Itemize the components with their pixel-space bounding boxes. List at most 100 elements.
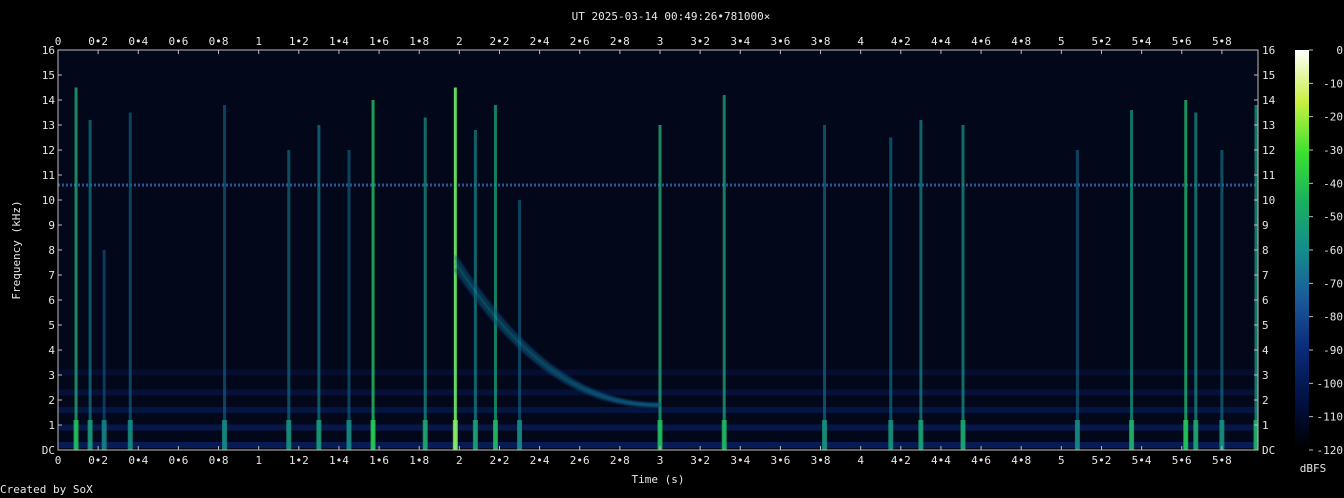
x-tick-label: 2	[456, 35, 463, 48]
x-tick-label: 4•2	[891, 35, 911, 48]
burst-base	[960, 420, 966, 450]
vertical-burst	[889, 137, 893, 450]
x-tick-label: 0•8	[209, 454, 229, 467]
y-axis-label: Frequency (kHz)	[10, 200, 23, 299]
vertical-burst	[722, 95, 726, 450]
burst-base	[517, 420, 523, 450]
burst-base	[422, 420, 428, 450]
burst-base	[721, 420, 727, 450]
x-tick-label: 1•6	[369, 35, 389, 48]
x-tick-label: 5	[1058, 454, 1065, 467]
x-tick-label: 1•6	[369, 454, 389, 467]
colorbar-tick-label: 0	[1336, 44, 1343, 57]
x-tick-label: 2	[456, 454, 463, 467]
burst-base	[73, 420, 79, 450]
y-tick-label: 3	[1262, 369, 1269, 382]
x-tick-label: 3•2	[690, 35, 710, 48]
y-tick-label: 15	[1262, 69, 1275, 82]
chart-title: UT 2025-03-14 00:49:26•781000×	[572, 10, 771, 23]
y-tick-label: 14	[1262, 94, 1276, 107]
y-tick-label: 6	[1262, 294, 1269, 307]
colorbar-tick-label: -40	[1323, 177, 1343, 190]
vertical-burst	[128, 112, 132, 450]
x-tick-label: 3•6	[770, 454, 790, 467]
x-tick-label: 1	[255, 35, 262, 48]
vertical-burst	[287, 150, 291, 450]
y-tick-label: DC	[1262, 444, 1275, 457]
x-tick-label: 4	[857, 454, 864, 467]
x-tick-label: 3•2	[690, 454, 710, 467]
y-tick-label: 3	[48, 369, 55, 382]
x-tick-label: 4•6	[971, 35, 991, 48]
x-tick-label: 3•4	[730, 454, 750, 467]
x-tick-label: 0•6	[168, 35, 188, 48]
colorbar-tick-label: -110	[1317, 411, 1344, 424]
x-tick-label: 0	[55, 35, 62, 48]
y-tick-label: 4	[48, 344, 55, 357]
y-tick-label: 9	[1262, 219, 1269, 232]
colorbar-tick-label: -80	[1323, 311, 1343, 324]
burst-base	[1219, 420, 1225, 450]
x-tick-label: 3	[657, 35, 664, 48]
x-tick-label: 3•8	[811, 35, 831, 48]
y-tick-label: 2	[1262, 394, 1269, 407]
x-tick-label: 2•4	[530, 454, 550, 467]
colorbar-tick-label: -50	[1323, 211, 1343, 224]
burst-base	[918, 420, 924, 450]
vertical-burst	[1220, 150, 1224, 450]
x-tick-label: 3•8	[811, 454, 831, 467]
x-tick-label: 2•2	[490, 454, 510, 467]
x-tick-label: 3	[657, 454, 664, 467]
y-tick-label: 16	[42, 44, 55, 57]
vertical-burst	[423, 117, 427, 450]
x-tick-label: 5	[1058, 35, 1065, 48]
x-tick-label: 1•8	[409, 454, 429, 467]
x-tick-label: 4•6	[971, 454, 991, 467]
burst-base	[1183, 420, 1189, 450]
y-tick-label: 16	[1262, 44, 1275, 57]
vertical-burst	[1075, 150, 1079, 450]
colorbar-ticks: 0 -10 -20 -30 -40 -50 -60 -70 -80 -90 -100 -110 -120	[1309, 44, 1343, 457]
x-tick-label: 1•4	[329, 35, 349, 48]
x-tick-label: 4	[857, 35, 864, 48]
x-tick-label: 0•4	[128, 35, 148, 48]
y-tick-label: 10	[42, 194, 55, 207]
x-tick-label: 2•8	[610, 35, 630, 48]
y-tick-label: 6	[48, 294, 55, 307]
colorbar-tick-label: -30	[1323, 144, 1343, 157]
burst-base	[316, 420, 322, 450]
vertical-burst	[223, 105, 227, 450]
y-tick-label: 8	[48, 244, 55, 257]
vertical-burst	[88, 120, 92, 450]
x-tick-label: 5•6	[1172, 454, 1192, 467]
x-axis-label: Time (s)	[632, 473, 685, 486]
burst-base	[452, 420, 458, 450]
x-tick-label: 5•6	[1172, 35, 1192, 48]
y-tick-label: 9	[48, 219, 55, 232]
x-tick-label: 4•2	[891, 454, 911, 467]
x-tick-label: 2•6	[570, 454, 590, 467]
y-tick-label: 10	[1262, 194, 1275, 207]
burst-base	[370, 420, 376, 450]
x-tick-label: 0•8	[209, 35, 229, 48]
vertical-burst	[518, 200, 522, 450]
burst-base	[888, 420, 894, 450]
burst-base	[657, 420, 663, 450]
x-tick-label: 2•6	[570, 35, 590, 48]
vertical-burst	[74, 87, 78, 450]
burst-base	[492, 420, 498, 450]
colorbar-tick-label: -70	[1323, 277, 1343, 290]
colorbar-tick-label: -10	[1323, 77, 1343, 90]
y-tick-label: 14	[42, 94, 56, 107]
y-tick-label: 1	[1262, 419, 1269, 432]
burst-base	[101, 420, 107, 450]
x-tick-label: 5•8	[1212, 35, 1232, 48]
y-tick-label: 11	[42, 169, 55, 182]
vertical-burst	[919, 120, 923, 450]
y-tick-label: 11	[1262, 169, 1275, 182]
vertical-burst	[371, 100, 375, 450]
burst-base	[222, 420, 228, 450]
vertical-burst	[1254, 105, 1258, 450]
vertical-burst	[1130, 110, 1134, 450]
x-tick-label: 1	[255, 454, 262, 467]
